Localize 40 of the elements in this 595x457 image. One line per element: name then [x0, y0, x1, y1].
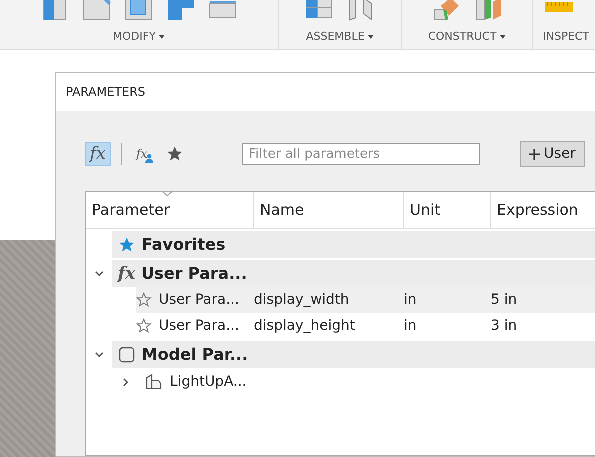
tool-icon[interactable] — [82, 0, 112, 22]
table-cell: in — [404, 318, 417, 334]
chevron-right-icon[interactable] — [120, 378, 130, 386]
group-label[interactable]: Favorites — [142, 235, 226, 254]
add-user-parameter-button[interactable]: User — [520, 141, 585, 167]
star-icon — [166, 145, 184, 163]
tool-icon[interactable] — [166, 0, 196, 22]
function-icon: fx — [118, 264, 136, 284]
dialog-title: PARAMETERS — [66, 85, 146, 99]
filter-button[interactable]: fx — [85, 142, 111, 166]
search-field[interactable]: Filter all parameters — [242, 143, 480, 165]
filter-button[interactable]: fx — [132, 142, 158, 166]
table-cell: display_height — [254, 318, 356, 334]
table-cell: User Para... — [159, 292, 240, 308]
ribbon-group-label[interactable]: INSPECT — [543, 30, 590, 43]
chevron-down-icon[interactable] — [94, 269, 104, 278]
tree-item[interactable]: LightUpA... — [170, 374, 247, 390]
column-header[interactable]: Parameter — [92, 201, 170, 219]
table-cell: 5 in — [491, 292, 518, 308]
chevron-down-icon[interactable] — [94, 350, 104, 359]
column-header[interactable]: Unit — [410, 201, 441, 219]
ribbon-group-label[interactable]: ASSEMBLE — [306, 30, 374, 43]
group-label[interactable]: Model Par... — [142, 345, 248, 364]
star-outline-icon[interactable] — [136, 292, 152, 308]
table-cell: in — [404, 292, 417, 308]
plus-icon — [529, 148, 540, 160]
ribbon-group-label[interactable]: MODIFY — [113, 30, 165, 43]
sort-caret-icon — [162, 191, 173, 197]
star-outline-icon[interactable] — [136, 318, 152, 334]
ribbon-group-label[interactable]: CONSTRUCT — [428, 30, 506, 43]
star-icon — [118, 236, 136, 254]
group-label[interactable]: User Para... — [141, 264, 248, 283]
component-icon — [145, 373, 163, 391]
column-header[interactable]: Name — [260, 201, 304, 219]
tool-icon[interactable] — [124, 0, 154, 22]
table-cell: 3 in — [491, 318, 518, 334]
cube-icon — [118, 346, 136, 364]
table-cell: User Para... — [159, 318, 240, 334]
table-cell: display_width — [254, 292, 350, 308]
column-header[interactable]: Expression — [497, 201, 578, 219]
